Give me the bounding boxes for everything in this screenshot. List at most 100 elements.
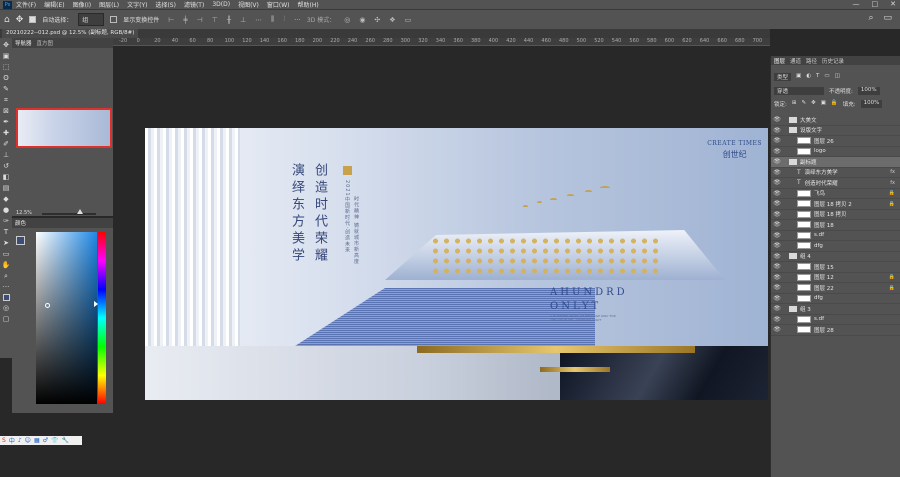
pen-icon[interactable]: ✑ [3, 217, 9, 225]
quick-mask-icon[interactable]: ◎ [3, 304, 9, 312]
lock-position-icon[interactable]: ✥ [811, 100, 816, 108]
layer-row[interactable]: 👁 组 3 [771, 304, 900, 315]
ime-tools-icon[interactable]: 🔧 [61, 437, 68, 444]
move-tool-icon[interactable]: ✥ [16, 15, 24, 25]
lock-pixels-icon[interactable]: ⊞ [792, 100, 797, 108]
tab-color[interactable]: 颜色 [15, 219, 26, 227]
maximize-icon[interactable]: □ [872, 0, 879, 8]
minimize-icon[interactable]: — [853, 0, 860, 8]
layer-row[interactable]: 👁 图层 22 🔒 [771, 283, 900, 294]
tab-channels[interactable]: 通道 [790, 57, 801, 65]
3d-slide-icon[interactable]: ❖ [389, 16, 395, 24]
3d-roll-icon[interactable]: ◉ [359, 16, 365, 24]
layer-effects-icon[interactable]: fx [890, 180, 895, 186]
auto-select-dropdown[interactable]: 组 [78, 13, 105, 26]
screen-mode-icon[interactable]: ▢ [3, 315, 10, 323]
visibility-eye-icon[interactable]: 👁 [771, 232, 783, 239]
align-center-icon[interactable]: ╪ [183, 16, 187, 24]
artboard-icon[interactable]: ▣ [3, 52, 10, 60]
align-top-icon[interactable]: ⊤ [212, 16, 218, 24]
menu-image[interactable]: 图像(I) [73, 0, 91, 9]
layer-row[interactable]: 👁 图层 18 拷贝 [771, 210, 900, 220]
tab-history[interactable]: 历史记录 [822, 57, 844, 65]
menu-edit[interactable]: 编辑(E) [44, 0, 64, 9]
layer-kind-filter[interactable]: 类型 [774, 73, 792, 81]
auto-select-checkbox[interactable] [29, 16, 37, 23]
dodge-icon[interactable]: ● [3, 206, 9, 214]
blend-mode-select[interactable]: 穿透 [774, 87, 824, 95]
close-icon[interactable]: ✕ [890, 0, 896, 8]
filter-smart-icon[interactable]: ◫ [835, 73, 840, 81]
show-transform-checkbox[interactable] [110, 16, 118, 23]
ime-skin-icon[interactable]: 👕 [51, 437, 58, 444]
zoom-slider[interactable] [42, 213, 96, 215]
align-left-icon[interactable]: ⊢ [168, 16, 174, 24]
visibility-eye-icon[interactable]: 👁 [771, 221, 783, 228]
visibility-eye-icon[interactable]: 👁 [771, 137, 783, 144]
visibility-eye-icon[interactable]: 👁 [771, 263, 783, 270]
path-select-icon[interactable]: ➤ [3, 239, 9, 247]
lock-all-icon[interactable]: 🔒 [831, 100, 838, 108]
more-options-icon[interactable]: ··· [294, 16, 301, 24]
tab-layers[interactable]: 图层 [774, 57, 785, 65]
stamp-icon[interactable]: ⊥ [3, 151, 9, 159]
layer-row[interactable]: 👁 图层 28 [771, 325, 900, 336]
visibility-eye-icon[interactable]: 👁 [771, 242, 783, 249]
document-tab[interactable]: 20210222--012.psd @ 12.5% (副标题, RGB/8#) [2, 29, 139, 38]
menu-help[interactable]: 帮助(H) [298, 0, 319, 9]
ime-keyboard-icon[interactable]: ▦ [34, 437, 40, 444]
blur-icon[interactable]: ◆ [3, 195, 8, 203]
color-picker-cursor[interactable] [45, 303, 50, 308]
home-icon[interactable]: ⌂ [4, 15, 10, 25]
menu-select[interactable]: 选择(S) [155, 0, 176, 9]
artboard[interactable]: 演绎东方美学 创造时代荣耀 2021中国新时代·创造未来 时代精神 铸就城市新高… [145, 128, 768, 400]
menu-window[interactable]: 窗口(W) [267, 0, 290, 9]
ime-user-icon[interactable]: ♂ [43, 437, 48, 444]
layer-row[interactable]: 👁 图层 26 [771, 136, 900, 147]
visibility-eye-icon[interactable]: 👁 [771, 295, 783, 302]
color-picker-field[interactable] [36, 232, 97, 404]
layer-row[interactable]: 👁 图层 18 [771, 220, 900, 231]
search-icon[interactable]: ⌕ [868, 13, 873, 23]
visibility-eye-icon[interactable]: 👁 [771, 211, 783, 218]
crop-icon[interactable]: ⌗ [4, 96, 8, 104]
distribute-h-icon[interactable]: ⫼ [271, 15, 274, 24]
visibility-eye-icon[interactable]: 👁 [771, 305, 783, 312]
zoom-slider-handle[interactable] [77, 209, 83, 214]
visibility-eye-icon[interactable]: 👁 [771, 127, 783, 134]
3d-pan-icon[interactable]: ✣ [374, 16, 380, 24]
fill-input[interactable]: 100% [860, 100, 883, 108]
history-brush-icon[interactable]: ↺ [3, 162, 9, 170]
type-icon[interactable]: T [4, 228, 8, 236]
layer-row[interactable]: 👁 T 演绎东方美学 fx [771, 168, 900, 178]
healing-icon[interactable]: ✚ [3, 129, 9, 137]
visibility-eye-icon[interactable]: 👁 [771, 284, 783, 291]
layer-row[interactable]: 👁 s.df [771, 231, 900, 241]
ime-emoji-icon[interactable]: ☺ [25, 437, 31, 444]
tab-histogram[interactable]: 直方图 [37, 39, 54, 47]
visibility-eye-icon[interactable]: 👁 [771, 148, 783, 155]
hue-slider-handle[interactable] [94, 301, 98, 307]
layer-row[interactable]: 👁 s.df [771, 315, 900, 325]
lock-artboard-icon[interactable]: ▣ [821, 100, 826, 108]
gradient-icon[interactable]: ▤ [3, 184, 10, 192]
workspace-icon[interactable]: ▭ [883, 13, 892, 23]
visibility-eye-icon[interactable]: 👁 [771, 116, 783, 123]
layer-row[interactable]: 👁 副标题 [771, 157, 900, 168]
visibility-eye-icon[interactable]: 👁 [771, 190, 783, 197]
align-right-icon[interactable]: ⊣ [197, 16, 203, 24]
layer-effects-icon[interactable]: fx [890, 169, 895, 175]
filter-type-icon[interactable]: T [816, 73, 819, 81]
zoom-value[interactable]: 12.5% [16, 210, 32, 216]
distribute-icon[interactable]: ⋯ [255, 16, 262, 24]
menu-3d[interactable]: 3D(D) [212, 1, 230, 8]
eraser-icon[interactable]: ◧ [3, 173, 10, 181]
filter-shape-icon[interactable]: ▭ [824, 73, 829, 81]
visibility-eye-icon[interactable]: 👁 [771, 253, 783, 260]
filter-pixel-icon[interactable]: ▣ [796, 73, 801, 81]
foreground-color-swatch[interactable] [2, 294, 10, 301]
more-tools-icon[interactable]: ··· [3, 283, 10, 291]
ime-logo-icon[interactable]: S [2, 437, 6, 444]
marquee-icon[interactable]: ⬚ [3, 63, 10, 71]
menu-layer[interactable]: 图层(L) [99, 0, 119, 9]
